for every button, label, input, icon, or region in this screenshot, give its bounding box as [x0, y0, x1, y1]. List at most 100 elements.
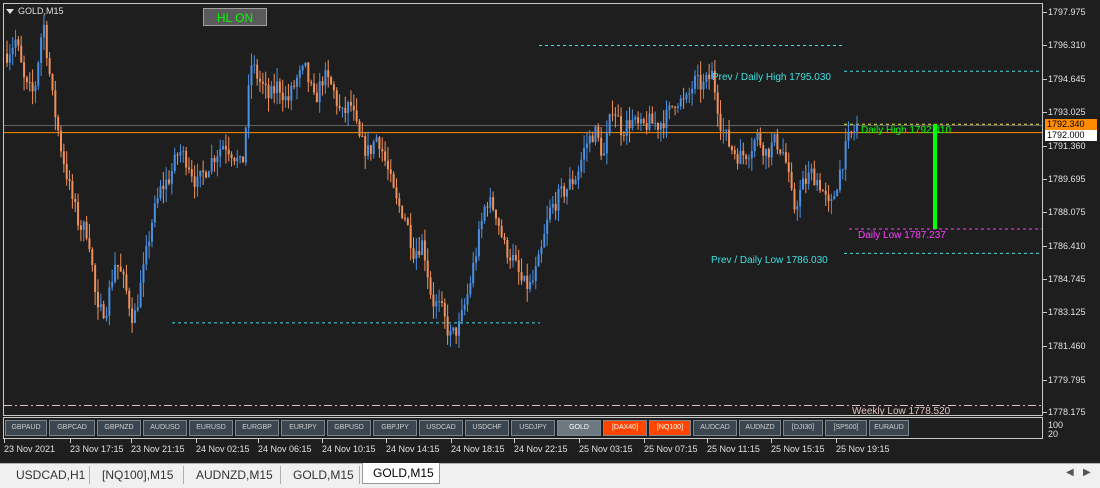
candle-body	[705, 74, 708, 82]
candle-body	[702, 81, 705, 90]
candle-body	[185, 151, 188, 168]
candle-body	[472, 262, 475, 284]
candle-body	[210, 158, 213, 172]
candle-body	[34, 85, 37, 92]
candle-body	[676, 106, 679, 108]
candle-body	[241, 156, 244, 163]
time-label: 23 Nov 2021	[4, 444, 56, 454]
candle-body	[105, 315, 108, 319]
candle-body	[574, 179, 577, 184]
time-tick	[451, 439, 452, 443]
candle-body	[298, 70, 301, 78]
time-tick	[131, 439, 132, 443]
price-tick	[1043, 179, 1047, 181]
candle-body	[68, 179, 71, 182]
time-label: 25 Nov 07:15	[644, 444, 698, 454]
candle-body	[804, 178, 807, 184]
price-label: 1786.410	[1048, 240, 1086, 251]
candle-body	[719, 113, 722, 131]
candle-body	[259, 78, 262, 82]
daily-range-bar	[933, 124, 937, 229]
candle-body	[244, 127, 247, 163]
symbol-button-audnzd[interactable]: AUDNZD	[739, 420, 781, 436]
symbol-button-eurusd[interactable]: EURUSD	[189, 420, 233, 436]
candle-body	[509, 257, 512, 261]
chart-tab[interactable]: GOLD,M15	[362, 463, 440, 484]
candle-body	[523, 275, 526, 281]
candle-body	[114, 264, 117, 283]
symbol-button-audusd[interactable]: AUDUSD	[143, 420, 187, 436]
hl-toggle-button[interactable]: HL ON	[203, 8, 267, 26]
price-chart-area[interactable]	[3, 3, 1043, 416]
candle-body	[833, 196, 836, 200]
candle-body	[14, 39, 17, 48]
symbol-button-eurjpy[interactable]: EURJPY	[281, 420, 325, 436]
candle-body	[179, 152, 182, 156]
price-tick	[1043, 379, 1047, 381]
time-label: 24 Nov 06:15	[258, 444, 312, 454]
symbol-button-gbpcad[interactable]: GBPCAD	[49, 420, 95, 436]
candle-body	[770, 142, 773, 158]
candle-body	[674, 106, 677, 108]
symbol-button-usdchf[interactable]: USDCHF	[465, 420, 509, 436]
candle-body	[389, 169, 392, 174]
tab-scroll-right-icon[interactable]: ▶	[1083, 467, 1091, 478]
symbol-button-gbpnzd[interactable]: GBPNZD	[97, 420, 141, 436]
symbol-button-dax40[interactable]: [DAX40]	[603, 420, 647, 436]
candle-body	[639, 119, 642, 124]
candle-body	[148, 241, 151, 246]
candle-body	[57, 117, 60, 131]
candle-body	[99, 304, 102, 308]
candle-body	[443, 302, 446, 317]
symbol-button-sp500[interactable]: [SP500]	[825, 420, 867, 436]
candle-body	[594, 126, 597, 143]
symbol-button-usdcad[interactable]: USDCAD	[419, 420, 463, 436]
candle-body	[773, 134, 776, 143]
symbol-button-audcad[interactable]: AUDCAD	[693, 420, 737, 436]
candle-body	[173, 154, 176, 171]
tab-scroll-left-icon[interactable]: ◀	[1066, 467, 1074, 478]
symbol-button-euraud[interactable]: EURAUD	[869, 420, 909, 436]
candle-body	[233, 158, 236, 162]
symbol-button-nq100[interactable]: [NQ100]	[649, 420, 691, 436]
candle-body	[810, 168, 813, 173]
candle-body	[830, 199, 833, 202]
candle-body	[543, 233, 546, 248]
symbol-button-gbpusd[interactable]: GBPUSD	[327, 420, 371, 436]
candle-body	[108, 287, 111, 316]
candle-body	[125, 274, 128, 291]
candle-body	[494, 209, 497, 219]
candle-body	[301, 66, 304, 71]
candle-body	[631, 119, 634, 129]
candle-body	[827, 194, 830, 202]
chart-tab[interactable]: GOLD,M15	[283, 466, 360, 484]
time-tick	[579, 439, 580, 443]
candle-body	[583, 147, 586, 160]
candle-body	[708, 74, 711, 80]
candle-body	[563, 186, 566, 197]
symbol-button-usdjpy[interactable]: USDJPY	[511, 420, 555, 436]
candle-body	[406, 218, 409, 225]
symbol-button-gbpjpy[interactable]: GBPJPY	[373, 420, 417, 436]
candle-body	[310, 82, 313, 84]
symbol-button-gbpaud[interactable]: GBPAUD	[5, 420, 47, 436]
price-label: 1784.745	[1048, 274, 1086, 285]
candle-body	[782, 152, 785, 154]
chart-tab[interactable]: [NQ100],M15	[92, 466, 184, 484]
candle-body	[216, 156, 219, 163]
chart-tab[interactable]: AUDNZD,M15	[186, 466, 281, 484]
candle-body	[150, 222, 153, 242]
candle-body	[304, 62, 307, 67]
chart-tab[interactable]: USDCAD,H1	[6, 466, 90, 484]
candle-body	[116, 264, 119, 267]
candle-body	[566, 189, 569, 197]
symbol-button-eurgbp[interactable]: EURGBP	[235, 420, 279, 436]
candle-body	[62, 151, 65, 165]
symbol-button-dji30[interactable]: [DJI30]	[783, 420, 823, 436]
candle-body	[162, 185, 165, 190]
symbol-button-gold[interactable]: GOLD	[557, 420, 601, 436]
time-label: 25 Nov 15:15	[771, 444, 825, 454]
candle-body	[517, 260, 520, 273]
candle-body	[608, 114, 611, 134]
dropdown-triangle-icon[interactable]	[6, 9, 14, 15]
